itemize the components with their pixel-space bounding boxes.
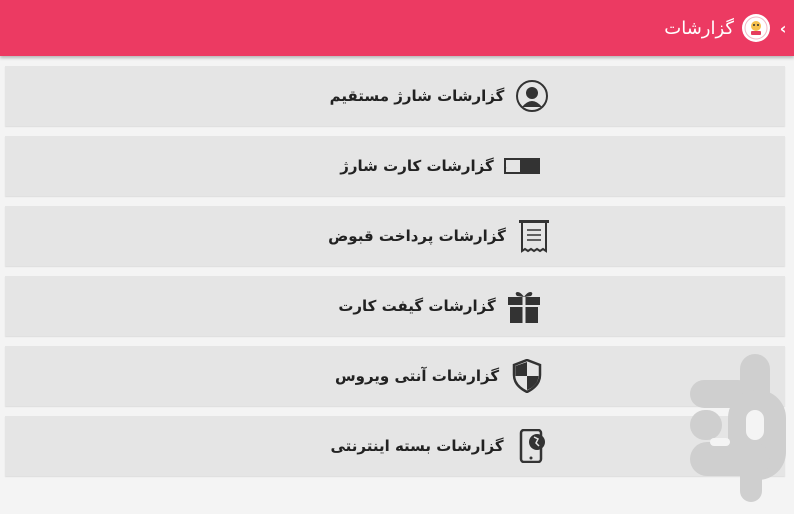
menu-item-label: گزارشات کارت شارژ [340,157,494,175]
menu-item-label: گزارشات پرداخت قبوض [328,227,506,245]
app-logo [742,14,770,42]
app-store-logo [688,350,788,504]
menu-item-label: گزارشات آنتی ویروس [334,367,500,385]
menu-item-antivirus[interactable]: گزارشات آنتی ویروس [5,346,785,406]
back-chevron-icon[interactable]: ‹ [772,0,794,56]
menu-item-gift-card[interactable]: گزارشات گیفت کارت [5,276,785,336]
user-circle-icon [514,78,550,114]
page-title: گزارشات [664,17,734,39]
receipt-icon [516,218,552,254]
menu-item-label: گزارشات شارژ مستقیم [329,87,505,105]
reports-menu: گزارشات شارژ مستقیم 123 گزارشات کارت شار… [5,66,785,486]
svg-text:123: 123 [504,162,507,173]
charge-card-icon: 123 [503,148,540,184]
gift-icon [506,288,542,324]
menu-item-internet-package[interactable]: گزارشات بسته اینترنتی [5,416,785,476]
menu-item-label: گزارشات بسته اینترنتی [330,437,504,455]
shield-icon [509,358,545,394]
mobile-internet-icon [514,428,550,464]
menu-item-direct-charge[interactable]: گزارشات شارژ مستقیم [5,66,785,126]
menu-item-charge-card[interactable]: 123 گزارشات کارت شارژ [5,136,785,196]
menu-item-bill-payment[interactable]: گزارشات پرداخت قبوض [5,206,785,266]
menu-item-label: گزارشات گیفت کارت [338,297,496,315]
app-header: ‹ گزارشات [0,0,794,56]
